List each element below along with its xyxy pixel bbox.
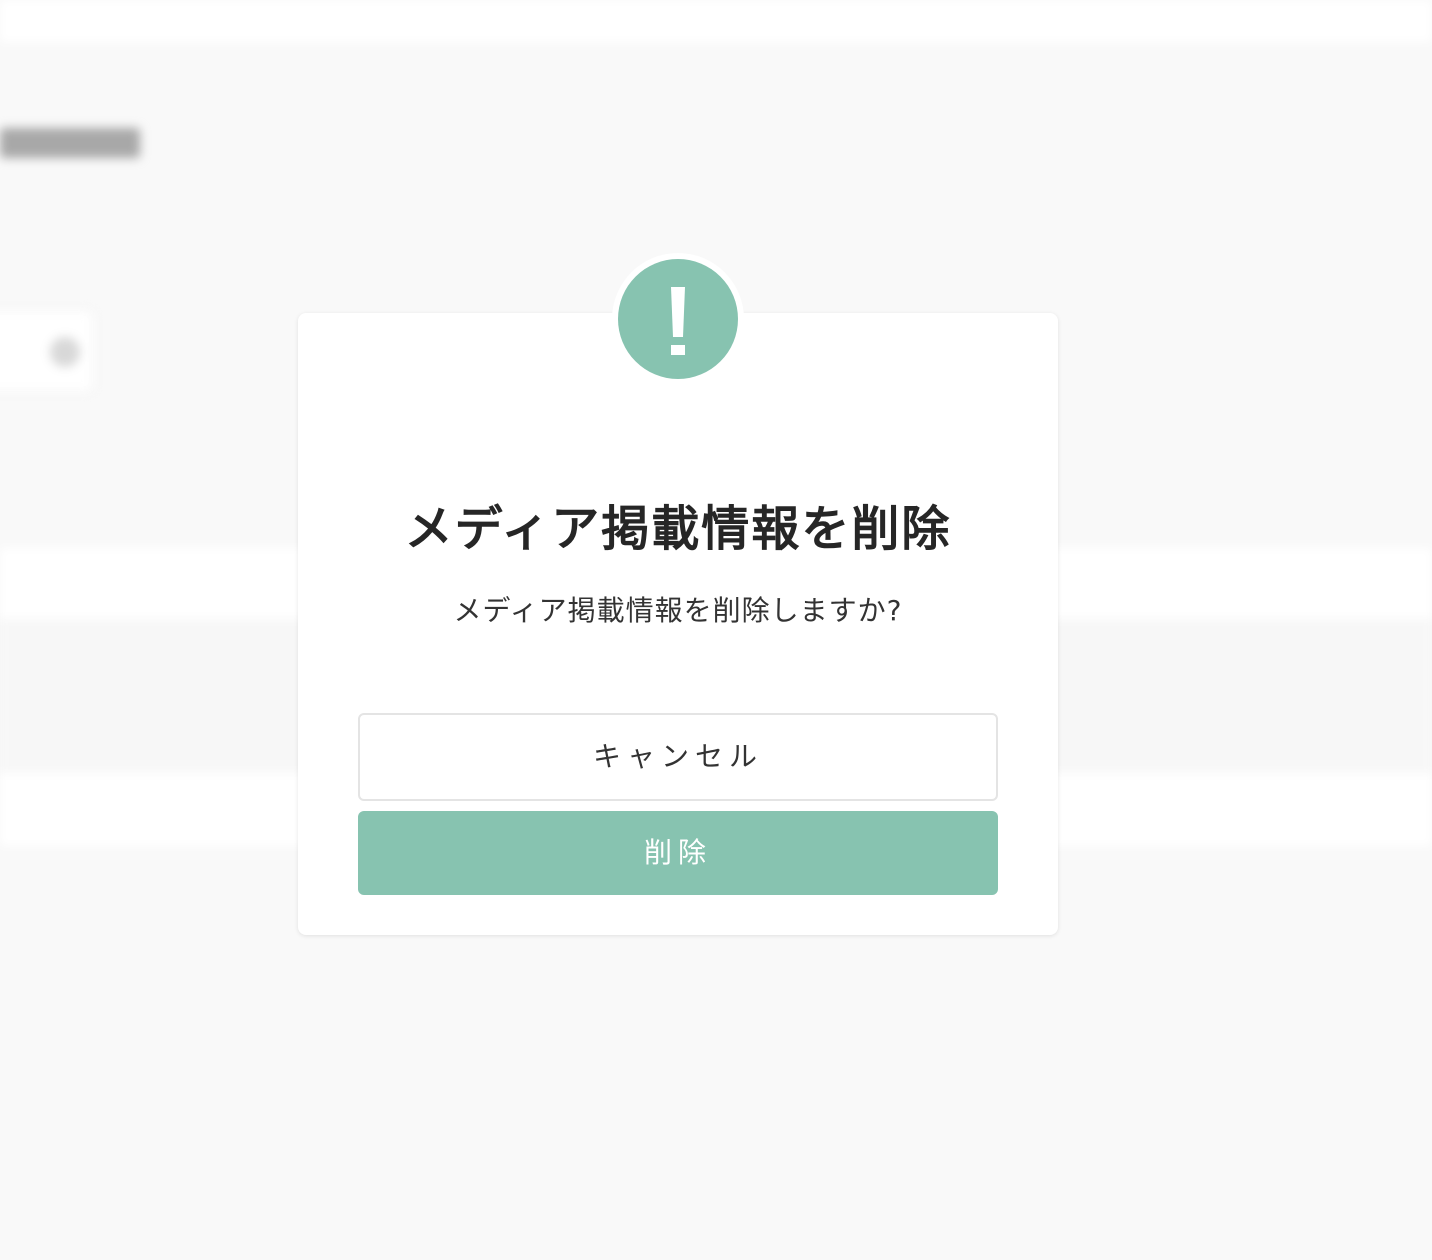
alert-badge: [612, 253, 744, 385]
delete-button[interactable]: 削除: [358, 811, 998, 895]
background-search-icon: [50, 337, 80, 367]
dialog-message: メディア掲載情報を削除しますか?: [453, 594, 903, 627]
exclamation-icon: [618, 259, 738, 379]
background-page-title: [0, 128, 140, 158]
background-header: [0, 0, 1432, 42]
dialog-title: メディア掲載情報を削除: [404, 501, 952, 557]
cancel-button[interactable]: キャンセル: [358, 713, 998, 801]
delete-confirm-dialog: メディア掲載情報を削除 メディア掲載情報を削除しますか? キャンセル 削除: [298, 313, 1058, 935]
